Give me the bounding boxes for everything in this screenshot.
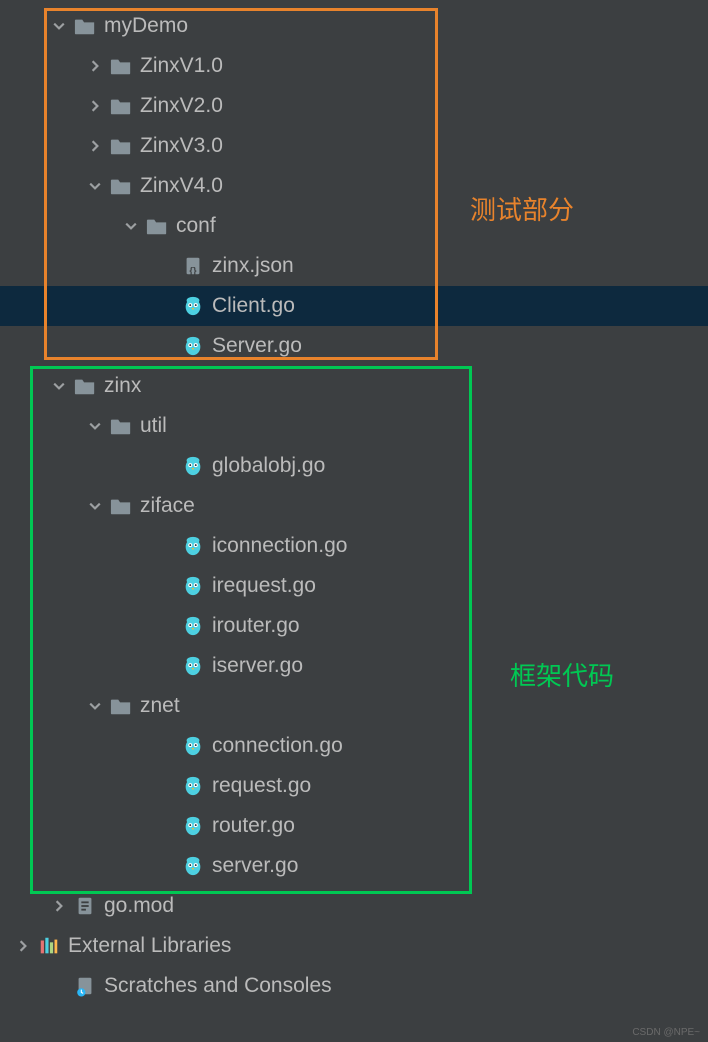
- tree-row[interactable]: External Libraries: [0, 926, 708, 966]
- go-file-icon: [182, 815, 204, 837]
- tree-item-label: connection.go: [212, 734, 343, 758]
- tree-item-label: go.mod: [104, 894, 174, 918]
- folder-icon: [110, 415, 132, 437]
- tree-item-label: request.go: [212, 774, 311, 798]
- go-file-icon: [182, 655, 204, 677]
- tree-item-label: irequest.go: [212, 574, 316, 598]
- folder-icon: [74, 15, 96, 37]
- tree-row[interactable]: Scratches and Consoles: [0, 966, 708, 1006]
- chevron-down-icon[interactable]: [84, 415, 106, 437]
- tree-item-label: Scratches and Consoles: [104, 974, 332, 998]
- tree-item-label: znet: [140, 694, 180, 718]
- svg-text:{}: {}: [189, 265, 197, 275]
- watermark: CSDN @NPE~: [632, 1027, 700, 1038]
- tree-item-label: ZinxV2.0: [140, 94, 223, 118]
- go-file-icon: [182, 735, 204, 757]
- tree-row[interactable]: ZinxV4.0: [0, 166, 708, 206]
- tree-row[interactable]: router.go: [0, 806, 708, 846]
- go-file-icon: [182, 575, 204, 597]
- chevron-right-icon[interactable]: [48, 895, 70, 917]
- folder-icon: [110, 135, 132, 157]
- tree-item-label: ZinxV1.0: [140, 54, 223, 78]
- tree-item-label: conf: [176, 214, 216, 238]
- folder-icon: [110, 95, 132, 117]
- gomod-file-icon: [74, 895, 96, 917]
- tree-row[interactable]: iconnection.go: [0, 526, 708, 566]
- tree-item-label: zinx.json: [212, 254, 294, 278]
- go-file-icon: [182, 335, 204, 357]
- folder-icon: [74, 375, 96, 397]
- go-file-icon: [182, 775, 204, 797]
- chevron-right-icon[interactable]: [12, 935, 34, 957]
- tree-row[interactable]: irouter.go: [0, 606, 708, 646]
- chevron-down-icon[interactable]: [84, 495, 106, 517]
- tree-item-label: iconnection.go: [212, 534, 347, 558]
- tree-row[interactable]: globalobj.go: [0, 446, 708, 486]
- tree-row[interactable]: ZinxV3.0: [0, 126, 708, 166]
- scratch-icon: [74, 975, 96, 997]
- tree-row[interactable]: ziface: [0, 486, 708, 526]
- tree-item-label: Client.go: [212, 294, 295, 318]
- tree-row[interactable]: connection.go: [0, 726, 708, 766]
- tree-row[interactable]: Client.go: [0, 286, 708, 326]
- library-icon: [38, 935, 60, 957]
- tree-row[interactable]: iserver.go: [0, 646, 708, 686]
- tree-row[interactable]: {} zinx.json: [0, 246, 708, 286]
- tree-item-label: util: [140, 414, 167, 438]
- tree-item-label: External Libraries: [68, 934, 231, 958]
- json-file-icon: {}: [182, 255, 204, 277]
- folder-icon: [110, 55, 132, 77]
- tree-row[interactable]: myDemo: [0, 6, 708, 46]
- tree-item-label: ZinxV3.0: [140, 134, 223, 158]
- tree-item-label: Server.go: [212, 334, 302, 358]
- tree-row[interactable]: irequest.go: [0, 566, 708, 606]
- tree-item-label: ziface: [140, 494, 195, 518]
- chevron-down-icon[interactable]: [48, 15, 70, 37]
- tree-item-label: globalobj.go: [212, 454, 325, 478]
- tree-row[interactable]: ZinxV1.0: [0, 46, 708, 86]
- go-file-icon: [182, 535, 204, 557]
- chevron-down-icon[interactable]: [120, 215, 142, 237]
- tree-row[interactable]: zinx: [0, 366, 708, 406]
- tree-row[interactable]: znet: [0, 686, 708, 726]
- chevron-right-icon[interactable]: [84, 135, 106, 157]
- folder-icon: [110, 695, 132, 717]
- tree-item-label: server.go: [212, 854, 298, 878]
- chevron-down-icon[interactable]: [48, 375, 70, 397]
- folder-icon: [146, 215, 168, 237]
- tree-item-label: router.go: [212, 814, 295, 838]
- tree-row[interactable]: go.mod: [0, 886, 708, 926]
- chevron-right-icon[interactable]: [84, 55, 106, 77]
- chevron-down-icon[interactable]: [84, 175, 106, 197]
- tree-item-label: irouter.go: [212, 614, 300, 638]
- go-file-icon: [182, 455, 204, 477]
- tree-row[interactable]: server.go: [0, 846, 708, 886]
- tree-row[interactable]: request.go: [0, 766, 708, 806]
- tree-row[interactable]: util: [0, 406, 708, 446]
- project-tree[interactable]: myDemo ZinxV1.0 ZinxV2.0 ZinxV3.0 ZinxV4.0 co…: [0, 0, 708, 1006]
- go-file-icon: [182, 295, 204, 317]
- tree-item-label: myDemo: [104, 14, 188, 38]
- folder-icon: [110, 495, 132, 517]
- tree-row[interactable]: Server.go: [0, 326, 708, 366]
- folder-icon: [110, 175, 132, 197]
- tree-item-label: ZinxV4.0: [140, 174, 223, 198]
- go-file-icon: [182, 855, 204, 877]
- tree-item-label: iserver.go: [212, 654, 303, 678]
- chevron-down-icon[interactable]: [84, 695, 106, 717]
- tree-row[interactable]: ZinxV2.0: [0, 86, 708, 126]
- tree-row[interactable]: conf: [0, 206, 708, 246]
- chevron-right-icon[interactable]: [84, 95, 106, 117]
- go-file-icon: [182, 615, 204, 637]
- tree-item-label: zinx: [104, 374, 141, 398]
